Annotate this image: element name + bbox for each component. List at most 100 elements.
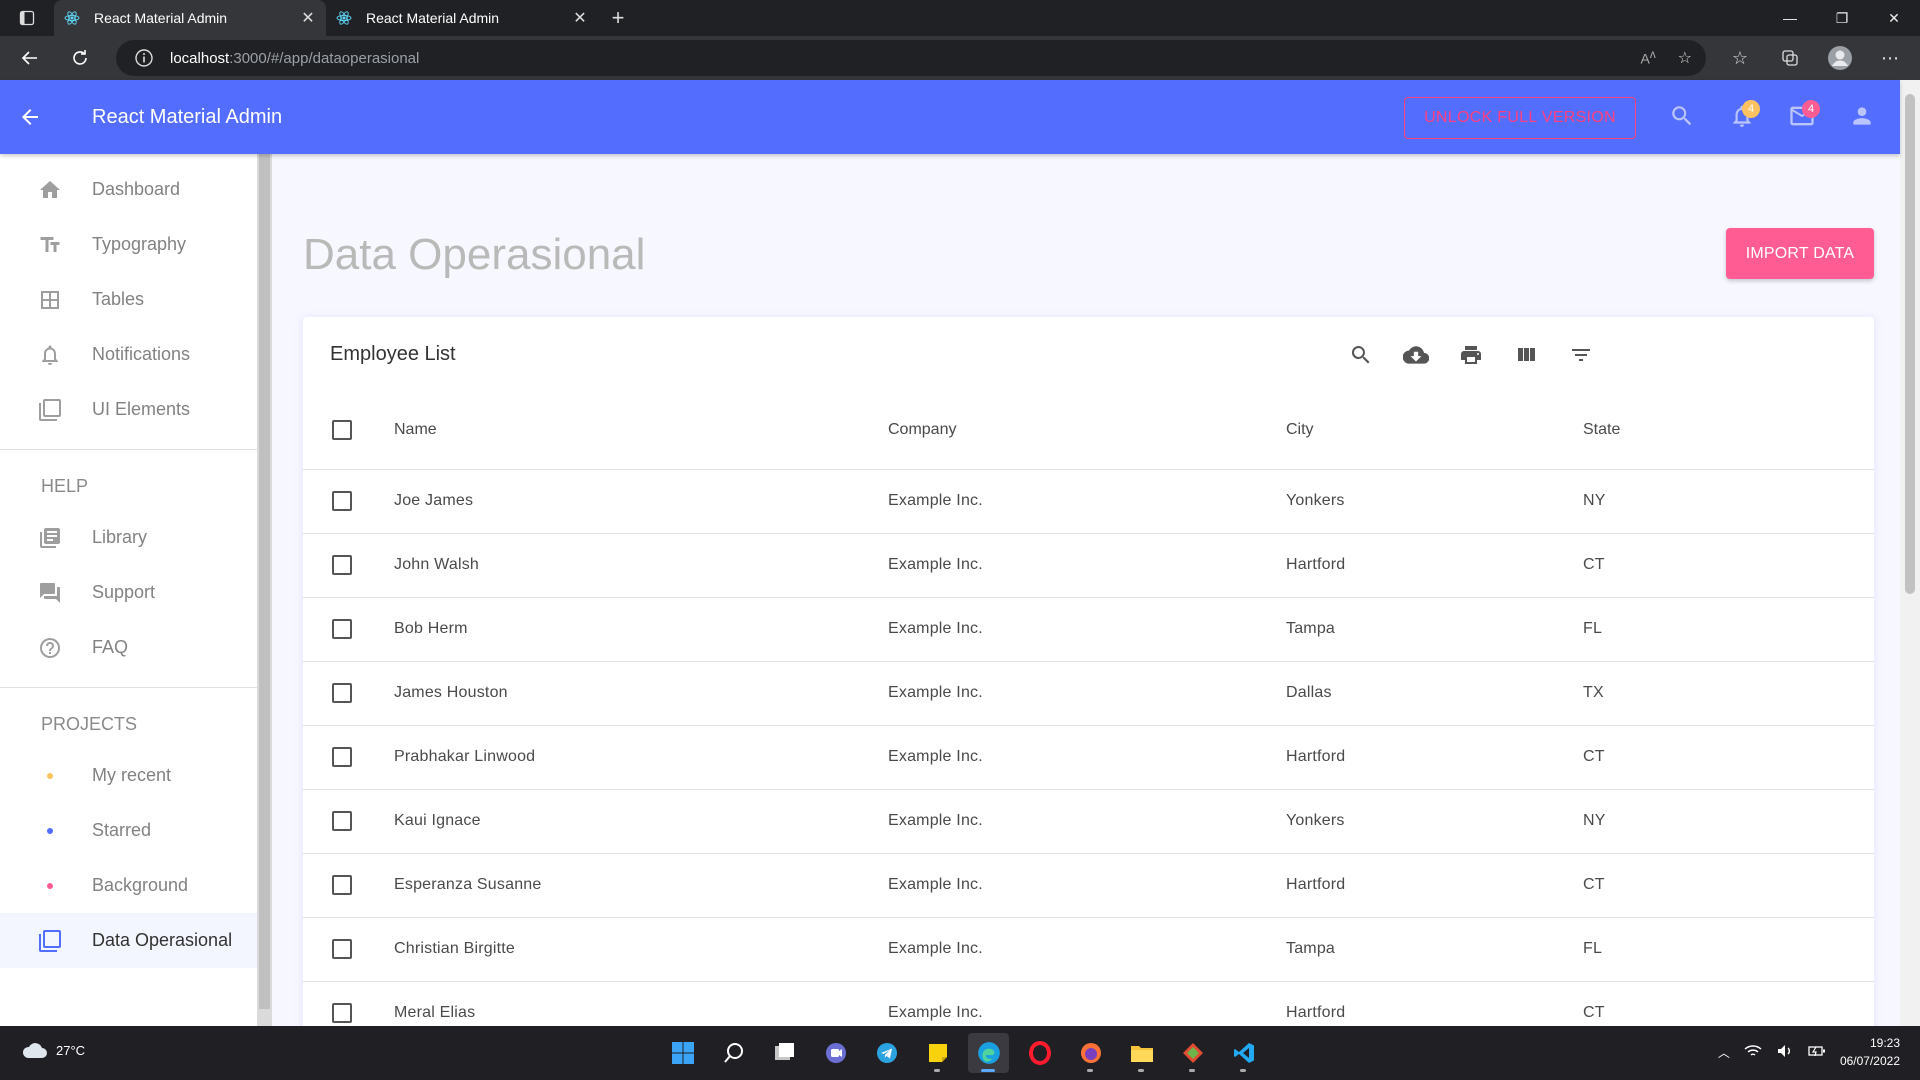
row-checkbox[interactable]	[332, 619, 352, 639]
cell-city: Yonkers	[1286, 789, 1583, 854]
browser-tab-2[interactable]: React Material Admin ✕	[326, 0, 598, 36]
row-checkbox[interactable]	[332, 811, 352, 831]
windows-start-icon[interactable]	[662, 1033, 703, 1073]
table-row[interactable]: Kaui Ignace Example Inc. Yonkers NY	[303, 789, 1874, 854]
column-header-company[interactable]: Company	[888, 392, 1286, 470]
mail-icon[interactable]: 4	[1784, 98, 1820, 134]
read-aloud-icon[interactable]: Aʌ	[1640, 48, 1655, 68]
firefox-icon[interactable]	[1070, 1033, 1111, 1073]
sidebar-item-starred[interactable]: Starred	[0, 803, 257, 858]
close-icon[interactable]: ✕	[572, 8, 588, 28]
sidebar-item-library[interactable]: Library	[0, 510, 257, 565]
row-checkbox[interactable]	[332, 875, 352, 895]
back-arrow-icon[interactable]	[10, 40, 50, 76]
table-grid-icon	[38, 288, 62, 312]
collections-icon[interactable]	[1772, 40, 1808, 76]
tab-actions-icon[interactable]	[0, 0, 54, 36]
sidebar-item-label: My recent	[92, 765, 172, 785]
search-icon[interactable]	[713, 1033, 754, 1073]
sidebar-item-typography[interactable]: Typography	[0, 217, 257, 272]
column-header-name[interactable]: Name	[394, 392, 888, 470]
browser-tab-1[interactable]: React Material Admin ✕	[54, 0, 326, 36]
vscode-icon[interactable]	[1223, 1033, 1264, 1073]
cell-city: Tampa	[1286, 917, 1583, 982]
minimize-icon[interactable]: —	[1764, 0, 1816, 36]
print-icon[interactable]	[1453, 337, 1489, 373]
favorites-icon[interactable]: ☆	[1722, 40, 1758, 76]
opera-icon[interactable]	[1019, 1033, 1060, 1073]
view-columns-icon[interactable]	[1508, 337, 1544, 373]
teams-chat-icon[interactable]	[815, 1033, 856, 1073]
sidebar-item-background[interactable]: Background	[0, 858, 257, 913]
cell-company: Example Inc.	[888, 789, 1286, 854]
column-header-state[interactable]: State	[1583, 392, 1874, 470]
refresh-icon[interactable]	[60, 40, 100, 76]
wifi-icon[interactable]	[1744, 1044, 1762, 1061]
unlock-full-version-button[interactable]: UNLOCK FULL VERSION	[1404, 97, 1636, 139]
forum-icon	[38, 581, 62, 605]
scrollbar-thumb[interactable]	[1905, 94, 1915, 594]
filter-list-icon[interactable]	[1563, 337, 1599, 373]
row-checkbox[interactable]	[332, 491, 352, 511]
file-explorer-icon[interactable]	[1121, 1033, 1162, 1073]
sidebar-item-ui-elements[interactable]: UI Elements	[0, 382, 257, 437]
row-checkbox[interactable]	[332, 939, 352, 959]
table-row[interactable]: Christian Birgitte Example Inc. Tampa FL	[303, 917, 1874, 982]
table-row[interactable]: Meral Elias Example Inc. Hartford CT	[303, 981, 1874, 1026]
git-kraken-icon[interactable]	[1172, 1033, 1213, 1073]
clock[interactable]: 19:23 06/07/2022	[1840, 1034, 1900, 1070]
scrollbar-thumb[interactable]	[259, 154, 270, 1009]
table-row[interactable]: Prabhakar Linwood Example Inc. Hartford …	[303, 725, 1874, 790]
row-checkbox[interactable]	[332, 1003, 352, 1023]
task-view-icon[interactable]	[764, 1033, 805, 1073]
sticky-notes-icon[interactable]	[917, 1033, 958, 1073]
sidebar-item-data-operasional[interactable]: Data Operasional	[0, 913, 257, 968]
edge-browser-icon[interactable]	[968, 1033, 1009, 1073]
table-row[interactable]: Esperanza Susanne Example Inc. Hartford …	[303, 853, 1874, 918]
search-icon[interactable]	[1664, 98, 1700, 134]
table-row[interactable]: John Walsh Example Inc. Hartford CT	[303, 533, 1874, 598]
sidebar-toggle-arrow-icon[interactable]	[0, 80, 60, 154]
close-window-icon[interactable]: ✕	[1868, 0, 1920, 36]
row-checkbox[interactable]	[332, 683, 352, 703]
select-all-checkbox[interactable]	[332, 420, 352, 441]
table-row[interactable]: Bob Herm Example Inc. Tampa FL	[303, 597, 1874, 662]
row-checkbox[interactable]	[332, 747, 352, 767]
chevron-up-icon[interactable]: ︿	[1718, 1044, 1730, 1061]
info-icon[interactable]	[134, 48, 154, 68]
sidebar-item-label: Support	[92, 582, 156, 602]
cell-city: Hartford	[1286, 533, 1583, 598]
sidebar-item-tables[interactable]: Tables	[0, 272, 257, 327]
account-icon[interactable]	[1844, 98, 1880, 134]
more-menu-icon[interactable]: ⋯	[1872, 40, 1908, 76]
row-checkbox[interactable]	[332, 555, 352, 575]
sidebar-scrollbar[interactable]	[257, 154, 272, 1026]
tab-title: React Material Admin	[94, 10, 228, 26]
table-row[interactable]: Joe James Example Inc. Yonkers NY	[303, 469, 1874, 534]
volume-icon[interactable]	[1776, 1044, 1794, 1061]
add-favorite-icon[interactable]: ☆	[1678, 48, 1692, 68]
notifications-bell-icon[interactable]: 4	[1724, 98, 1760, 134]
download-cloud-icon[interactable]	[1398, 337, 1434, 373]
table-search-icon[interactable]	[1343, 337, 1379, 373]
battery-charging-icon[interactable]	[1808, 1044, 1826, 1061]
import-data-button[interactable]: IMPORT DATA	[1726, 228, 1874, 279]
sidebar-item-dashboard[interactable]: Dashboard	[0, 162, 257, 217]
sidebar-item-faq[interactable]: FAQ	[0, 620, 257, 675]
sidebar-item-notifications[interactable]: Notifications	[0, 327, 257, 382]
profile-avatar-icon[interactable]	[1822, 40, 1858, 76]
sidebar-item-label: Data Operasional	[92, 930, 233, 950]
table-row[interactable]: James Houston Example Inc. Dallas TX	[303, 661, 1874, 726]
sidebar-item-support[interactable]: Support	[0, 565, 257, 620]
address-field[interactable]: localhost:3000/#/app/dataoperasional Aʌ …	[116, 40, 1706, 76]
page-scrollbar[interactable]	[1900, 80, 1920, 1026]
column-header-city[interactable]: City	[1286, 392, 1583, 470]
sidebar: Dashboard Typography Tables Notification…	[0, 154, 257, 1026]
telegram-icon[interactable]	[866, 1033, 907, 1073]
cell-company: Example Inc.	[888, 917, 1286, 982]
restore-icon[interactable]: ❐	[1816, 0, 1868, 36]
close-icon[interactable]: ✕	[300, 8, 316, 28]
new-tab-button[interactable]: +	[598, 0, 638, 36]
sidebar-item-my-recent[interactable]: My recent	[0, 748, 257, 803]
weather-widget[interactable]: 27°C	[20, 1040, 85, 1060]
